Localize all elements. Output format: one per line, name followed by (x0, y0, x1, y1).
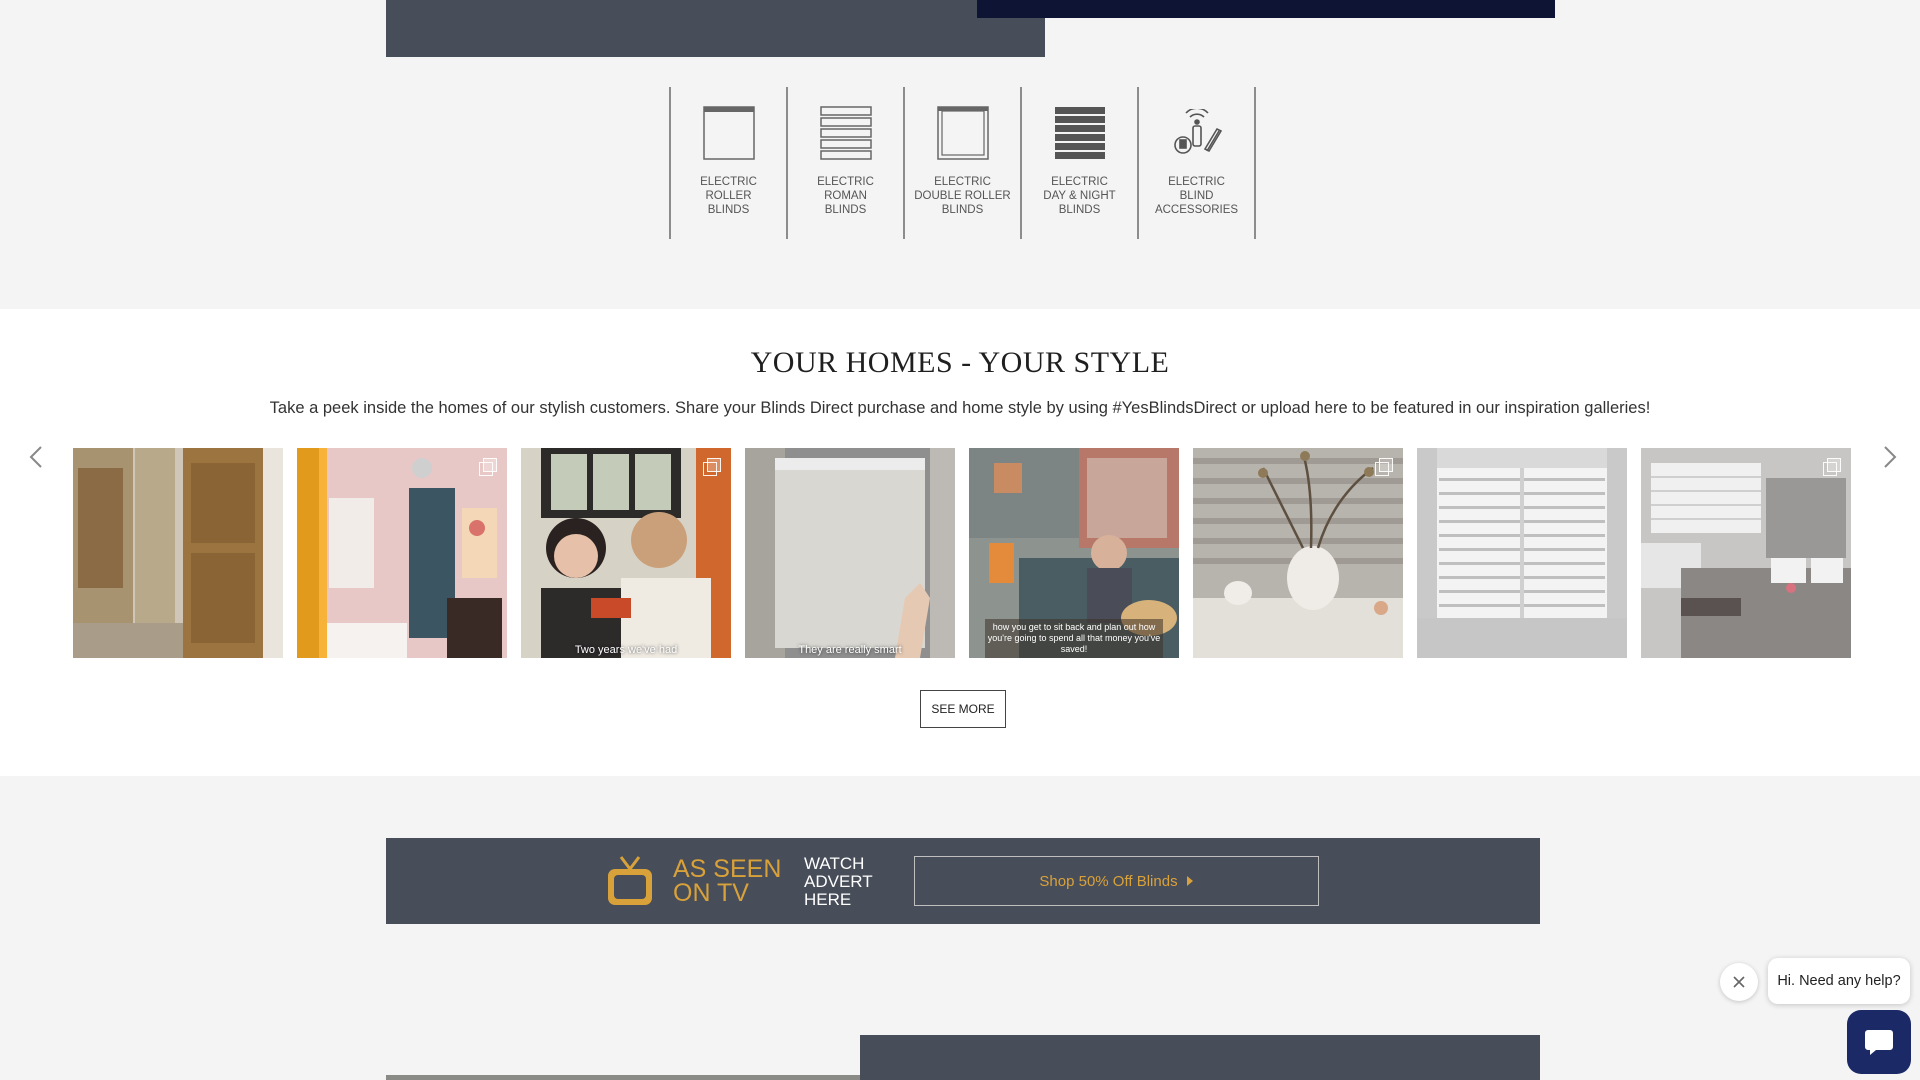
day-night-blind-icon (1054, 105, 1106, 161)
close-icon (1733, 976, 1745, 988)
category-label: ELECTRIC ROMAN BLINDS (817, 176, 874, 216)
gallery-item[interactable]: how you get to sit back and plan out how… (969, 448, 1179, 658)
chevron-right-icon (1884, 446, 1897, 468)
roman-blind-icon (819, 105, 872, 161)
chat-greeting-bubble[interactable]: Hi. Need any help? (1768, 958, 1910, 1004)
tv-icon (606, 853, 654, 914)
category-links: ELECTRIC ROLLER BLINDS ELECTRIC ROMAN BL… (669, 87, 1256, 239)
gallery-photo (297, 448, 507, 658)
multi-image-icon (479, 458, 497, 476)
gallery-caption: They are really smart (798, 644, 902, 656)
category-label: ELECTRIC ROLLER BLINDS (700, 176, 757, 216)
gallery-caption: Two years we've had (574, 644, 678, 656)
gallery-item[interactable] (1193, 448, 1403, 658)
top-navy-panel (977, 0, 1555, 18)
as-seen-on-tv-text: AS SEEN ON TV (673, 855, 782, 907)
multi-image-icon (1375, 458, 1393, 476)
chat-open-button[interactable] (1847, 1010, 1911, 1074)
inspiration-gallery: Two years we've had They are really smar… (73, 448, 1851, 658)
category-electric-blind-accessories[interactable]: ELECTRIC BLIND ACCESSORIES (1139, 87, 1256, 239)
gallery-photo (73, 448, 283, 658)
multi-image-icon (1823, 458, 1841, 476)
bottom-image-strip (386, 1075, 860, 1080)
gallery-item[interactable]: They are really smart (745, 448, 955, 658)
category-label: ELECTRIC DAY & NIGHT BLINDS (1043, 176, 1116, 216)
bottom-dark-panel (860, 1035, 1540, 1080)
gallery-prev-button[interactable] (20, 441, 52, 473)
section-title: YOUR HOMES - YOUR STYLE (750, 346, 1170, 379)
gallery-photo (1641, 448, 1851, 658)
as-seen-on-tv-banner: AS SEEN ON TV WATCH ADVERT HERE Shop 50%… (386, 838, 1540, 924)
gallery-photo (521, 448, 731, 658)
gallery-item[interactable] (1417, 448, 1627, 658)
gallery-photo (745, 448, 955, 658)
shop-offer-button[interactable]: Shop 50% Off Blinds (914, 856, 1319, 906)
gallery-item[interactable] (73, 448, 283, 658)
see-more-button[interactable]: SEE MORE (920, 690, 1006, 728)
gallery-item[interactable]: Two years we've had (521, 448, 731, 658)
category-electric-roller-blinds[interactable]: ELECTRIC ROLLER BLINDS (671, 87, 788, 239)
category-electric-day-night-blinds[interactable]: ELECTRIC DAY & NIGHT BLINDS (1022, 87, 1139, 239)
gallery-item[interactable] (297, 448, 507, 658)
category-electric-double-roller-blinds[interactable]: ELECTRIC DOUBLE ROLLER BLINDS (905, 87, 1022, 239)
gallery-photo (1417, 448, 1627, 658)
category-label: ELECTRIC DOUBLE ROLLER BLINDS (914, 176, 1011, 216)
chevron-left-icon (29, 446, 42, 468)
shop-offer-label: Shop 50% Off Blinds (1039, 872, 1178, 890)
roller-blind-icon (702, 105, 755, 161)
gallery-item[interactable] (1641, 448, 1851, 658)
caret-right-icon (1186, 876, 1193, 886)
blind-accessories-icon (1171, 105, 1223, 161)
your-homes-section: YOUR HOMES - YOUR STYLE Take a peek insi… (0, 309, 1920, 776)
top-dark-panel (386, 0, 1045, 57)
watch-advert-link[interactable]: WATCH ADVERT HERE (804, 855, 873, 909)
gallery-next-button[interactable] (1874, 441, 1906, 473)
category-electric-roman-blinds[interactable]: ELECTRIC ROMAN BLINDS (788, 87, 905, 239)
section-subtitle: Take a peek inside the homes of our styl… (269, 399, 1651, 417)
gallery-photo (1193, 448, 1403, 658)
multi-image-icon (703, 458, 721, 476)
chat-close-button[interactable] (1720, 963, 1758, 1001)
double-roller-blind-icon (936, 105, 989, 161)
chat-icon (1865, 1030, 1893, 1055)
category-label: ELECTRIC BLIND ACCESSORIES (1154, 176, 1239, 216)
gallery-caption: how you get to sit back and plan out how… (985, 619, 1163, 658)
